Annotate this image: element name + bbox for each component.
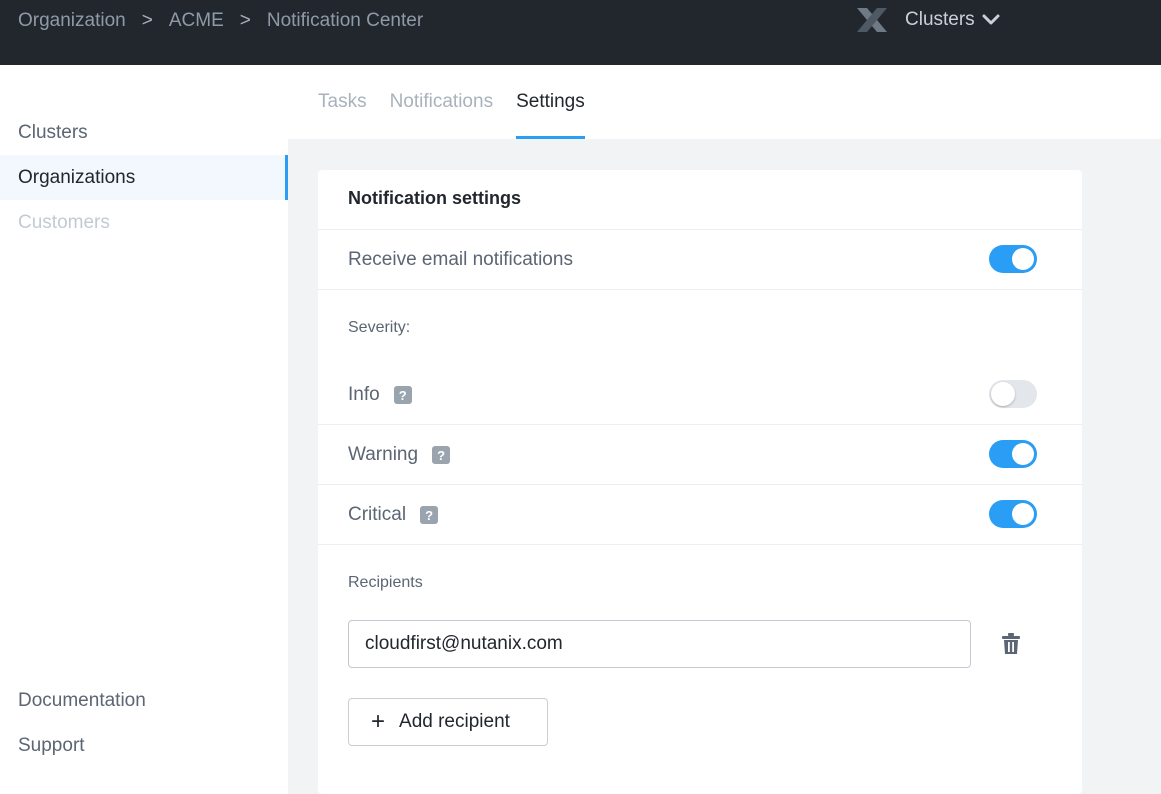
severity-warning-label: Warning — [348, 444, 419, 465]
plus-icon: + — [371, 708, 386, 735]
severity-label: Severity: — [348, 319, 411, 336]
severity-warning-row: Warning ? — [348, 440, 451, 470]
sidebar-item-clusters[interactable]: Clusters — [0, 110, 288, 155]
toggle-knob — [1012, 248, 1034, 270]
sidebar-item-customers: Customers — [0, 200, 288, 245]
sidebar-item-label: Support — [18, 734, 85, 756]
divider — [318, 424, 1082, 425]
help-icon[interactable]: ? — [432, 446, 451, 464]
sidebar-item-documentation[interactable]: Documentation — [0, 678, 288, 723]
sidebar-item-label: Organizations — [18, 166, 136, 188]
divider — [318, 289, 1082, 290]
sidebar-item-organizations[interactable]: Organizations — [0, 155, 288, 200]
breadcrumb-separator: > — [141, 10, 153, 31]
sidebar-item-label: Clusters — [18, 121, 88, 143]
sidebar-item-support[interactable]: Support — [0, 723, 288, 768]
tab-bar: Tasks Notifications Settings — [318, 65, 608, 139]
sidebar-item-label: Documentation — [18, 689, 146, 711]
severity-info-toggle[interactable] — [989, 380, 1037, 408]
breadcrumb-acme[interactable]: ACME — [169, 10, 224, 32]
nutanix-logo-icon — [857, 8, 887, 32]
help-icon[interactable]: ? — [420, 506, 439, 524]
severity-warning-toggle[interactable] — [989, 440, 1037, 468]
severity-info-row: Info ? — [348, 380, 412, 410]
clusters-switcher[interactable]: Clusters — [855, 6, 1001, 34]
tab-tasks[interactable]: Tasks — [318, 65, 367, 139]
breadcrumb-notification-center: Notification Center — [266, 10, 424, 31]
email-notifications-toggle[interactable] — [989, 245, 1037, 273]
divider — [318, 484, 1082, 485]
tab-settings[interactable]: Settings — [516, 65, 585, 139]
breadcrumb-organization[interactable]: Organization — [18, 10, 126, 32]
sidebar: Clusters Organizations Customers Documen… — [0, 65, 288, 794]
divider — [318, 544, 1082, 545]
recipient-email-input[interactable] — [348, 620, 971, 668]
toggle-knob — [1012, 503, 1034, 525]
top-bar: Organization > ACME > Notification Cente… — [0, 0, 1161, 65]
help-icon[interactable]: ? — [393, 386, 412, 404]
divider — [318, 229, 1082, 230]
content-area: Notification settings Receive email noti… — [288, 139, 1161, 794]
tab-notifications[interactable]: Notifications — [390, 65, 494, 139]
severity-info-label: Info — [348, 384, 380, 405]
clusters-switcher-label: Clusters — [905, 9, 975, 30]
severity-critical-toggle[interactable] — [989, 500, 1037, 528]
add-recipient-button[interactable]: + Add recipient — [348, 698, 548, 746]
add-recipient-label: Add recipient — [399, 711, 510, 732]
chevron-down-icon — [982, 14, 1000, 25]
sidebar-item-label: Customers — [18, 211, 110, 233]
notification-settings-card: Notification settings Receive email noti… — [318, 170, 1082, 794]
toggle-knob — [1012, 443, 1034, 465]
severity-critical-row: Critical ? — [348, 500, 439, 530]
recipients-label: Recipients — [348, 574, 423, 591]
severity-critical-label: Critical — [348, 504, 407, 525]
toggle-knob — [991, 382, 1015, 406]
breadcrumb: Organization > ACME > Notification Cente… — [18, 9, 423, 33]
breadcrumb-separator: > — [239, 10, 251, 31]
trash-icon[interactable] — [1001, 633, 1021, 655]
card-title: Notification settings — [348, 188, 522, 208]
email-notifications-label: Receive email notifications — [348, 249, 573, 270]
